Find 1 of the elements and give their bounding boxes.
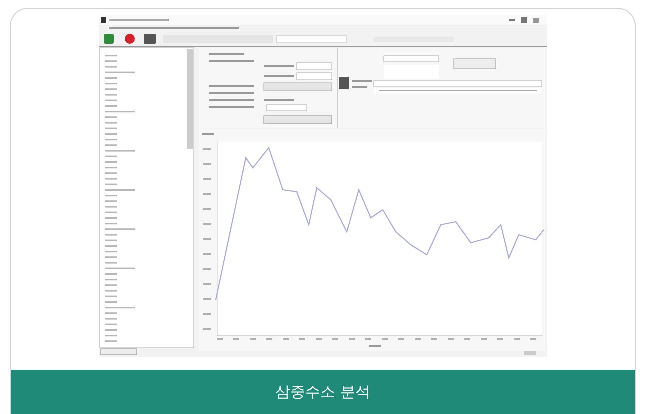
caption-text: 삼중수소 분석 — [276, 382, 370, 402]
